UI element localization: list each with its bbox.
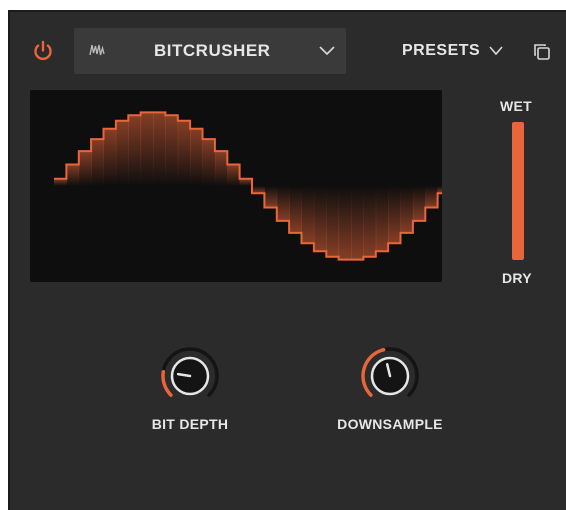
waveform-step-fill xyxy=(351,186,364,260)
waveform-step-fill xyxy=(400,186,414,233)
wet-label: WET xyxy=(500,98,533,114)
power-button[interactable] xyxy=(32,40,54,62)
dry-label: DRY xyxy=(502,270,532,286)
waveform-step-fill xyxy=(252,186,265,194)
power-icon xyxy=(34,40,52,60)
waveform-step-fill xyxy=(239,178,253,186)
waveform-step-fill xyxy=(363,186,377,257)
waveform-step-fill xyxy=(91,139,104,186)
downsample-knob[interactable] xyxy=(360,346,420,406)
bitcrusher-plugin: BITCRUSHER PRESETS WET DRY BIT DEPTH DOW… xyxy=(8,10,566,510)
waveform-display xyxy=(30,90,442,282)
waveform-step-fill xyxy=(165,115,179,186)
waveform-step-fill xyxy=(326,186,340,257)
waveform-step-fill xyxy=(66,164,80,186)
downsample-label: DOWNSAMPLE xyxy=(337,416,443,432)
waveform-step-fill xyxy=(115,120,129,186)
chevron-down-icon xyxy=(319,46,335,56)
bit-depth-label: BIT DEPTH xyxy=(151,416,229,432)
wet-dry-slider-fill xyxy=(512,122,524,260)
waveform-icon xyxy=(89,44,105,56)
waveform-step-fill xyxy=(437,186,442,194)
waveform-step-fill xyxy=(264,186,278,208)
waveform-step-fill xyxy=(412,186,426,221)
presets-menu[interactable]: PRESETS xyxy=(402,40,504,62)
chevron-down-icon xyxy=(489,46,503,56)
waveform-step-fill xyxy=(388,186,401,244)
bit-depth-knob[interactable] xyxy=(160,346,220,406)
waveform-step-fill xyxy=(276,186,290,221)
waveform-step-fill xyxy=(214,151,228,186)
waveform-step-fill xyxy=(153,112,166,186)
effect-name: BITCRUSHER xyxy=(154,41,271,60)
waveform-step-fill xyxy=(227,164,241,186)
waveform-step-fill xyxy=(313,186,327,252)
waveform-step-fill xyxy=(54,178,67,186)
waveform-step-fill xyxy=(177,120,191,186)
waveform-step-fill xyxy=(78,151,92,186)
presets-label: PRESETS xyxy=(402,42,481,59)
waveform-step-fill xyxy=(375,186,389,252)
waveform-step-fill xyxy=(128,115,142,186)
copy-icon xyxy=(534,44,550,60)
waveform-step-fill xyxy=(338,186,352,260)
wet-dry-slider[interactable] xyxy=(512,122,524,260)
copy-button[interactable] xyxy=(532,42,552,62)
waveform-step-fill xyxy=(140,112,154,186)
waveform-step-fill xyxy=(190,128,203,186)
stepped-waveform xyxy=(54,111,442,261)
waveform-step-fill xyxy=(289,186,302,233)
effect-selector[interactable]: BITCRUSHER xyxy=(74,28,346,74)
waveform-step-fill xyxy=(103,128,117,186)
waveform-step-fill xyxy=(202,139,216,186)
waveform-step-fill xyxy=(425,186,439,208)
waveform-step-fill xyxy=(301,186,315,244)
